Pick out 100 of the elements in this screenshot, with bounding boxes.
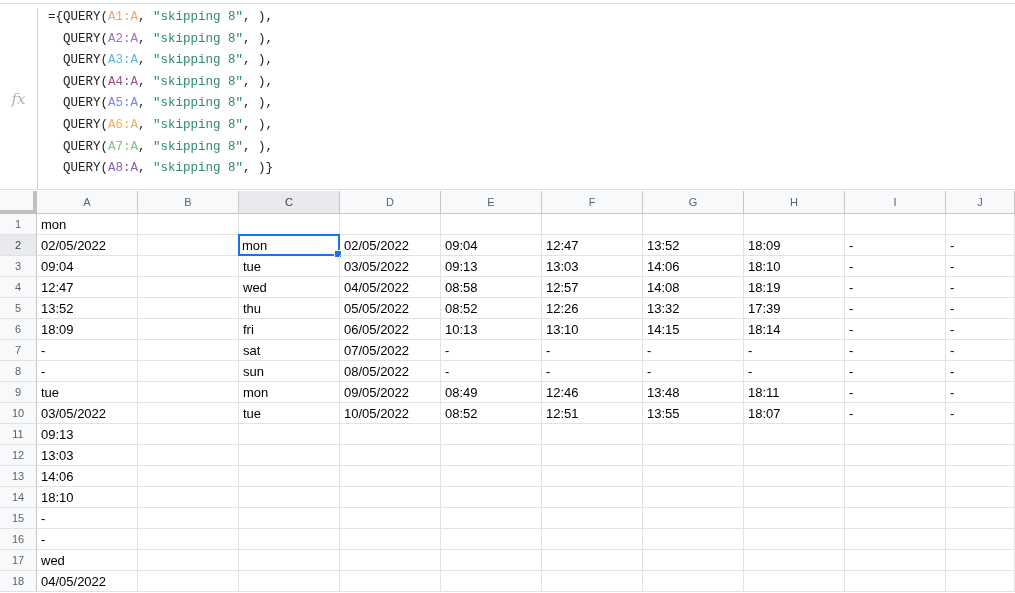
table-cell[interactable]: mon (239, 382, 340, 403)
table-cell[interactable]: 14:15 (643, 319, 744, 340)
row-header[interactable]: 8 (0, 361, 37, 382)
row-header[interactable]: 10 (0, 403, 37, 424)
table-cell[interactable]: - (441, 361, 542, 382)
row-header[interactable]: 11 (0, 424, 37, 445)
table-cell[interactable]: tue (239, 403, 340, 424)
row-header[interactable]: 18 (0, 571, 37, 592)
empty-cell[interactable] (441, 571, 542, 592)
column-header[interactable]: A (37, 191, 138, 214)
empty-cell[interactable] (239, 550, 340, 571)
empty-cell[interactable] (138, 571, 239, 592)
row-header[interactable]: 13 (0, 466, 37, 487)
table-cell[interactable]: 18:14 (744, 319, 845, 340)
empty-cell[interactable] (845, 550, 946, 571)
empty-cell[interactable] (340, 214, 441, 235)
table-cell[interactable]: 08/05/2022 (340, 361, 441, 382)
row-header[interactable]: 15 (0, 508, 37, 529)
column-header[interactable]: I (845, 191, 946, 214)
empty-cell[interactable] (542, 571, 643, 592)
empty-cell[interactable] (643, 445, 744, 466)
empty-cell[interactable] (542, 424, 643, 445)
empty-cell[interactable] (845, 214, 946, 235)
empty-cell[interactable] (441, 550, 542, 571)
row-header[interactable]: 17 (0, 550, 37, 571)
table-cell[interactable]: - (441, 340, 542, 361)
empty-cell[interactable] (946, 529, 1015, 550)
table-cell[interactable]: 13:32 (643, 298, 744, 319)
empty-cell[interactable] (542, 445, 643, 466)
empty-cell[interactable] (643, 487, 744, 508)
table-cell[interactable]: 09:04 (441, 235, 542, 256)
empty-cell[interactable] (845, 571, 946, 592)
empty-cell[interactable] (946, 508, 1015, 529)
table-cell[interactable]: 18:09 (744, 235, 845, 256)
table-cell[interactable]: - (946, 256, 1015, 277)
empty-cell[interactable] (340, 466, 441, 487)
table-cell[interactable]: 12:47 (37, 277, 138, 298)
empty-cell[interactable] (138, 298, 239, 319)
empty-cell[interactable] (643, 466, 744, 487)
table-cell[interactable]: 04/05/2022 (340, 277, 441, 298)
empty-cell[interactable] (845, 487, 946, 508)
row-header[interactable]: 16 (0, 529, 37, 550)
empty-cell[interactable] (946, 214, 1015, 235)
table-cell[interactable]: 09:13 (441, 256, 542, 277)
empty-cell[interactable] (239, 529, 340, 550)
empty-cell[interactable] (138, 382, 239, 403)
empty-cell[interactable] (946, 571, 1015, 592)
row-header[interactable]: 2 (0, 235, 37, 256)
table-cell[interactable]: fri (239, 319, 340, 340)
empty-cell[interactable] (744, 487, 845, 508)
empty-cell[interactable] (138, 319, 239, 340)
row-header[interactable]: 7 (0, 340, 37, 361)
empty-cell[interactable] (441, 508, 542, 529)
empty-cell[interactable] (643, 529, 744, 550)
table-cell[interactable]: - (643, 340, 744, 361)
empty-cell[interactable] (643, 508, 744, 529)
table-cell[interactable]: 12:51 (542, 403, 643, 424)
table-cell[interactable]: sun (239, 361, 340, 382)
table-cell[interactable]: 08:52 (441, 298, 542, 319)
empty-cell[interactable] (542, 508, 643, 529)
empty-cell[interactable] (643, 550, 744, 571)
empty-cell[interactable] (643, 424, 744, 445)
row-header[interactable]: 3 (0, 256, 37, 277)
row-header[interactable]: 5 (0, 298, 37, 319)
empty-cell[interactable] (744, 550, 845, 571)
row-header[interactable]: 4 (0, 277, 37, 298)
table-cell[interactable]: 13:03 (37, 445, 138, 466)
table-cell[interactable]: 07/05/2022 (340, 340, 441, 361)
table-cell[interactable]: - (946, 340, 1015, 361)
empty-cell[interactable] (845, 445, 946, 466)
table-cell[interactable]: - (643, 361, 744, 382)
table-cell[interactable]: 18:09 (37, 319, 138, 340)
table-cell[interactable]: - (37, 361, 138, 382)
empty-cell[interactable] (138, 340, 239, 361)
empty-cell[interactable] (441, 529, 542, 550)
empty-cell[interactable] (946, 550, 1015, 571)
row-header[interactable]: 1 (0, 214, 37, 235)
empty-cell[interactable] (542, 466, 643, 487)
table-cell[interactable]: 13:48 (643, 382, 744, 403)
empty-cell[interactable] (138, 403, 239, 424)
empty-cell[interactable] (946, 466, 1015, 487)
table-cell[interactable]: - (946, 298, 1015, 319)
empty-cell[interactable] (138, 277, 239, 298)
empty-cell[interactable] (643, 214, 744, 235)
empty-cell[interactable] (138, 508, 239, 529)
empty-cell[interactable] (138, 487, 239, 508)
table-cell[interactable]: mon (238, 234, 340, 256)
table-cell[interactable]: 13:52 (37, 298, 138, 319)
empty-cell[interactable] (744, 424, 845, 445)
table-cell[interactable]: - (845, 319, 946, 340)
empty-cell[interactable] (239, 508, 340, 529)
empty-cell[interactable] (138, 256, 239, 277)
empty-cell[interactable] (542, 487, 643, 508)
table-cell[interactable]: 18:07 (744, 403, 845, 424)
table-cell[interactable]: - (542, 340, 643, 361)
table-cell[interactable]: wed (37, 550, 138, 571)
table-cell[interactable]: 18:10 (744, 256, 845, 277)
select-all-corner[interactable] (0, 191, 37, 214)
table-cell[interactable]: 12:47 (542, 235, 643, 256)
table-cell[interactable]: sat (239, 340, 340, 361)
